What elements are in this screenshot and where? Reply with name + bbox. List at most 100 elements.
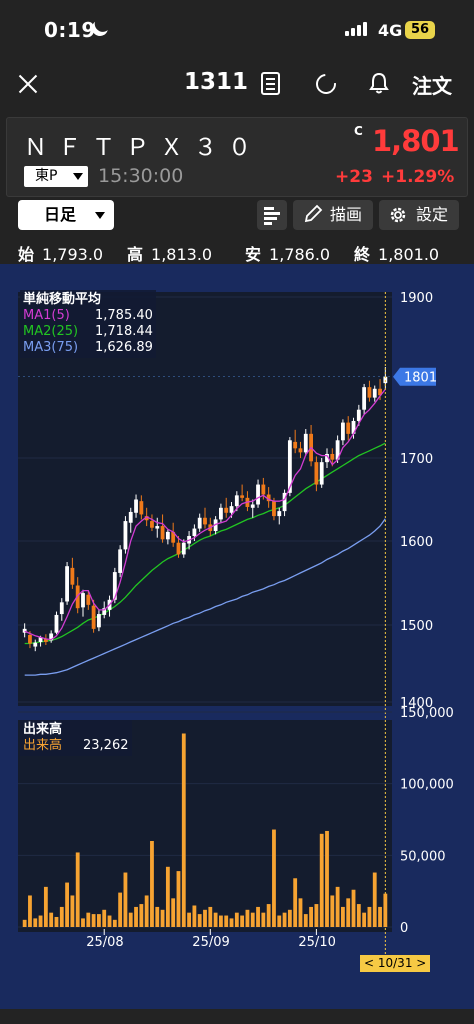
candle-body — [272, 501, 276, 517]
volume-bar — [150, 841, 154, 927]
candle-body — [155, 526, 160, 529]
volume-tick-label: 0 — [400, 921, 408, 936]
settings-button[interactable]: 設定 — [379, 200, 459, 230]
candle-body — [298, 448, 303, 453]
candle-body — [176, 542, 181, 555]
volume-bar — [118, 892, 123, 927]
candle-body — [139, 501, 144, 515]
volume-bar — [43, 886, 48, 927]
volume-legend: 出来高 出来高 23,262 — [20, 720, 132, 756]
volume-bar — [367, 906, 372, 927]
board-icon[interactable] — [257, 200, 287, 230]
price-change: +23 — [335, 167, 373, 187]
volume-bar — [81, 918, 85, 927]
gear-icon — [390, 207, 406, 223]
volume-bar — [176, 871, 181, 927]
close-flag: C — [354, 124, 363, 138]
volume-bar — [22, 919, 27, 927]
volume-bar — [250, 912, 255, 927]
volume-bar — [325, 830, 329, 927]
volume-bar — [171, 898, 176, 927]
volume-bar — [256, 906, 260, 927]
volume-bar — [341, 906, 345, 927]
candle-body — [362, 387, 367, 410]
period-select[interactable]: 日足 — [18, 200, 114, 230]
candle-body — [54, 614, 59, 633]
candle-body — [123, 521, 128, 550]
price-tick-label: 1700 — [400, 452, 433, 467]
price-tick-label: 1500 — [400, 619, 433, 634]
volume-bar — [54, 916, 59, 927]
candle-body — [229, 506, 234, 513]
volume-bar — [65, 882, 69, 927]
volume-bar — [112, 919, 117, 927]
bell-icon[interactable] — [369, 72, 389, 94]
volume-bar — [123, 872, 128, 927]
current-price: 1,801 — [372, 124, 460, 158]
last-price-label: 1801 — [404, 371, 437, 386]
x-tick-label: 25/10 — [298, 935, 335, 950]
volume-bar — [107, 915, 112, 927]
price-chart[interactable]: 140015001600170019001801050,000100,00015… — [0, 264, 474, 1009]
close-value: 終 1,801.0 — [354, 245, 440, 264]
refresh-icon[interactable] — [311, 69, 341, 99]
draw-button[interactable]: 描画 — [293, 200, 373, 230]
volume-bar — [28, 895, 32, 927]
chart-area[interactable]: 1400 1500 1600 1700 1900 1801 0 50,000 100,000 15… — [0, 264, 474, 1009]
document-icon[interactable] — [261, 72, 280, 95]
volume-bar — [287, 909, 292, 927]
volume-legend-title: 出来高 — [23, 722, 63, 737]
candle-body — [372, 388, 377, 398]
candle-body — [97, 614, 101, 628]
candle-body — [165, 531, 170, 540]
volume-bar — [314, 904, 319, 927]
volume-bar — [203, 909, 207, 927]
candle-body — [250, 504, 255, 508]
volume-bar — [335, 886, 340, 927]
candle-body — [91, 605, 96, 629]
candle — [319, 458, 324, 488]
candle-body — [224, 507, 229, 513]
candle — [118, 545, 123, 578]
volume-bar — [240, 915, 245, 927]
candle-body — [59, 602, 64, 615]
ma2-label: MA2(25) — [23, 324, 79, 339]
candle-body — [70, 567, 75, 585]
volume-bar — [383, 893, 388, 927]
candle-body — [65, 566, 69, 602]
cursor-date[interactable]: < 10/31 > — [360, 955, 431, 972]
volume-bar — [91, 914, 96, 927]
bottom-bar — [0, 1009, 474, 1024]
candle-body — [314, 462, 319, 485]
close-icon[interactable] — [14, 70, 42, 98]
candle — [54, 611, 59, 635]
low-value: 安 1,786.0 — [245, 245, 331, 264]
candle-body — [367, 387, 372, 398]
volume-bar — [293, 878, 298, 927]
volume-bar — [75, 852, 80, 927]
market-select[interactable]: 東P — [24, 166, 88, 187]
price-tick-label: 1600 — [400, 535, 433, 550]
order-button[interactable]: 注文 — [412, 70, 452, 99]
volume-bar — [165, 866, 170, 927]
volume-tick-label: 150,000 — [400, 706, 454, 721]
volume-bar — [102, 909, 107, 927]
candle-body — [330, 453, 335, 460]
battery-icon: 56 — [405, 21, 435, 39]
volume-bar — [378, 906, 382, 927]
volume-bar — [144, 895, 149, 927]
ma1-value: 1,785.40 — [95, 308, 153, 323]
volume-bar — [213, 912, 218, 927]
x-tick-label: 25/08 — [86, 935, 123, 950]
volume-bar — [303, 914, 308, 927]
candle-body — [256, 484, 260, 505]
volume-bar — [229, 918, 234, 927]
candle-body — [28, 635, 32, 644]
candle-body — [293, 441, 298, 449]
price-tick-label: 1900 — [400, 291, 433, 306]
ma-legend-title: 単純移動平均 — [23, 292, 102, 307]
stock-name: ＮＦＴＰＸ３０ — [24, 135, 262, 161]
volume-tick-label: 100,000 — [400, 778, 454, 793]
price-change-percent: +1.29% — [381, 167, 455, 187]
pen-icon — [304, 204, 323, 223]
